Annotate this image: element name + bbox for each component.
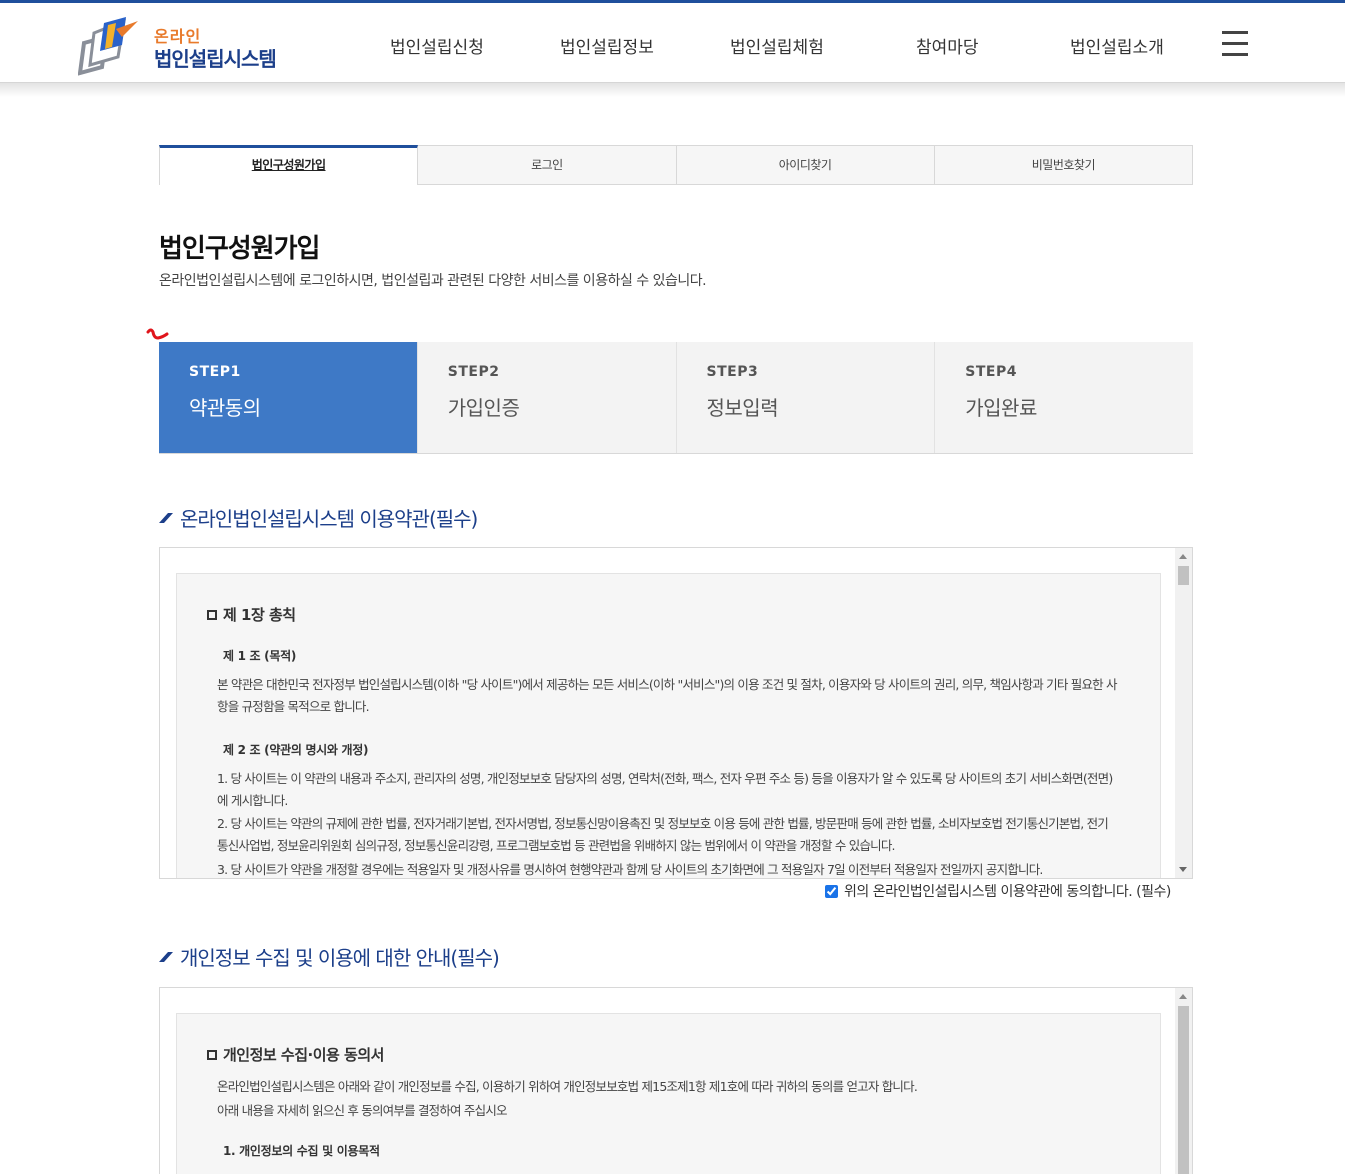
slash-bullet-icon bbox=[159, 512, 173, 523]
terms-article-2-title: 제 2 조 (약관의 명시와 개정) bbox=[223, 743, 369, 757]
step-number: STEP1 bbox=[189, 364, 241, 380]
scroll-up-arrow-icon[interactable] bbox=[1179, 554, 1187, 559]
tab-find-password[interactable]: 비밀번호찾기 bbox=[934, 145, 1193, 185]
terms-article-1-body: 본 약관은 대한민국 전자정부 법인설립시스템(이하 "당 사이트")에서 제공… bbox=[217, 677, 1118, 714]
terms-agree-checkbox[interactable] bbox=[825, 884, 838, 898]
scroll-thumb[interactable] bbox=[1178, 1006, 1189, 1174]
terms-agree-checkbox-label[interactable]: 위의 온라인법인설립시스템 이용약관에 동의합니다. (필수) bbox=[825, 881, 1171, 901]
nav-item-incorporation-apply[interactable]: 법인설립신청 bbox=[390, 33, 484, 58]
header-shadow bbox=[0, 83, 1345, 97]
privacy-section-title-text: 개인정보 수집 및 이용에 대한 안내(필수) bbox=[180, 946, 500, 970]
step-label: 정보입력 bbox=[706, 396, 779, 420]
nav-item-incorporation-experience[interactable]: 법인설립체험 bbox=[730, 33, 824, 58]
scroll-thumb[interactable] bbox=[1178, 566, 1189, 585]
terms-chapter-text: 제 1장 총칙 bbox=[223, 606, 296, 624]
nav-item-introduction[interactable]: 법인설립소개 bbox=[1070, 33, 1164, 58]
step-label: 가입완료 bbox=[965, 396, 1037, 420]
privacy-scroll-box[interactable]: 개인정보 수집·이용 동의서 온라인법인설립시스템은 아래와 같이 개인정보를 … bbox=[159, 987, 1193, 1174]
terms-chapter-heading: 제 1장 총칙 bbox=[207, 604, 296, 625]
privacy-body-1: 온라인법인설립시스템은 아래와 같이 개인정보를 수집, 이용하기 위하여 개인… bbox=[217, 1079, 918, 1094]
terms-article-2-para-2: 2. 당 사이트는 약관의 규제에 관한 법률, 전자거래기본법, 전자서명법,… bbox=[217, 816, 1109, 853]
terms-section-title-text: 온라인법인설립시스템 이용약관(필수) bbox=[180, 507, 478, 531]
member-tabs: 법인구성원가입 로그인 아이디찾기 비밀번호찾기 bbox=[159, 145, 1193, 185]
site-logo[interactable]: 온라인 법인설립시스템 bbox=[78, 15, 278, 77]
join-steps: STEP1 약관동의 STEP2 가입인증 STEP3 정보입력 STEP4 가… bbox=[159, 342, 1193, 454]
step-label: 가입인증 bbox=[447, 396, 520, 420]
step-label: 약관동의 bbox=[189, 396, 261, 420]
terms-agree-text: 위의 온라인법인설립시스템 이용약관에 동의합니다. (필수) bbox=[844, 884, 1171, 900]
terms-scrollbar[interactable] bbox=[1175, 548, 1192, 878]
privacy-heading-text: 개인정보 수집·이용 동의서 bbox=[223, 1046, 384, 1064]
privacy-body-2: 아래 내용을 자세히 읽으신 후 동의여부를 결정하여 주십시오 bbox=[217, 1103, 508, 1118]
terms-article-2-para-3: 3. 당 사이트가 약관을 개정할 경우에는 적용일자 및 개정사유를 명시하여… bbox=[217, 862, 1043, 877]
logo-emblem-icon bbox=[78, 17, 138, 76]
square-bullet-icon bbox=[207, 609, 217, 620]
page-title: 법인구성원가입 bbox=[159, 234, 320, 264]
step-number: STEP4 bbox=[965, 364, 1017, 380]
nav-item-incorporation-info[interactable]: 법인설립정보 bbox=[560, 33, 654, 58]
hamburger-menu-icon[interactable] bbox=[1222, 31, 1248, 57]
tab-find-id[interactable]: 아이디찾기 bbox=[676, 145, 935, 185]
page-description: 온라인법인설립시스템에 로그인하시면, 법인설립과 관련된 다양한 서비스를 이… bbox=[159, 273, 707, 289]
privacy-content: 개인정보 수집·이용 동의서 온라인법인설립시스템은 아래와 같이 개인정보를 … bbox=[176, 1013, 1161, 1174]
tab-member-join[interactable]: 법인구성원가입 bbox=[159, 145, 419, 185]
step-2: STEP2 가입인증 bbox=[417, 342, 677, 453]
header: 온라인 법인설립시스템 법인설립신청 법인설립정보 법인설립체험 참여마당 법인… bbox=[0, 3, 1345, 83]
logo-title: 법인설립시스템 bbox=[154, 47, 277, 71]
step-number: STEP2 bbox=[447, 364, 500, 380]
privacy-item-1: 1. 개인정보의 수집 및 이용목적 bbox=[223, 1144, 380, 1158]
nav-item-participation[interactable]: 참여마당 bbox=[916, 33, 979, 58]
privacy-section-title: 개인정보 수집 및 이용에 대한 안내(필수) bbox=[159, 942, 500, 971]
terms-content: 제 1장 총칙 제 1 조 (목적) 본 약관은 대한민국 전자정부 법인설립시… bbox=[176, 573, 1161, 878]
terms-section-title: 온라인법인설립시스템 이용약관(필수) bbox=[159, 503, 478, 532]
terms-scroll-box[interactable]: 제 1장 총칙 제 1 조 (목적) 본 약관은 대한민국 전자정부 법인설립시… bbox=[159, 547, 1193, 879]
privacy-heading: 개인정보 수집·이용 동의서 bbox=[207, 1044, 384, 1065]
step-number: STEP3 bbox=[706, 364, 759, 380]
privacy-scrollbar[interactable] bbox=[1175, 988, 1192, 1174]
tab-login[interactable]: 로그인 bbox=[418, 145, 677, 185]
scroll-up-arrow-icon[interactable] bbox=[1179, 994, 1187, 999]
scroll-down-arrow-icon[interactable] bbox=[1179, 867, 1187, 872]
step-1: STEP1 약관동의 bbox=[159, 342, 418, 453]
step-4: STEP4 가입완료 bbox=[935, 342, 1193, 453]
slash-bullet-icon bbox=[159, 951, 173, 962]
terms-article-1-title: 제 1 조 (목적) bbox=[223, 649, 297, 663]
square-bullet-icon bbox=[207, 1049, 217, 1060]
step-3: STEP3 정보입력 bbox=[676, 342, 936, 453]
terms-article-2-para-1: 1. 당 사이트는 이 약관의 내용과 주소지, 관리자의 성명, 개인정보보호… bbox=[217, 771, 1113, 808]
